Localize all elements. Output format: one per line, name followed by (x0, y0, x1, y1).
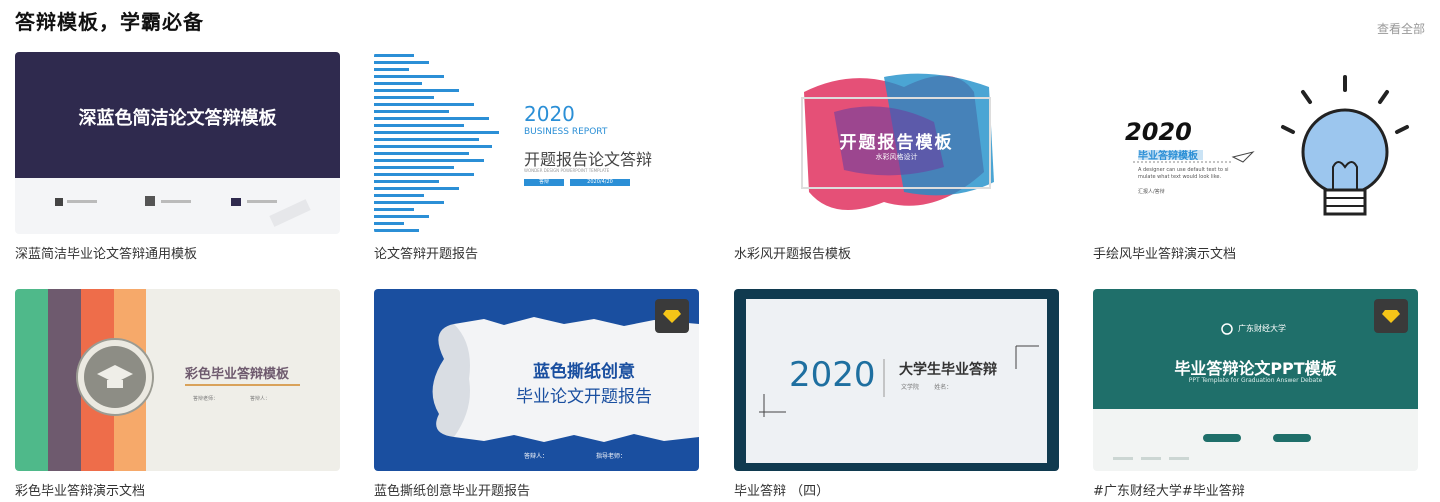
template-thumbnail[interactable]: 2020 BUSINESS REPORT 开题报告论文答辩 WONDER DES… (374, 52, 699, 234)
thumb-meta: 答辩人： (524, 453, 549, 460)
template-thumbnail[interactable]: 深蓝色简洁论文答辩模板 (15, 52, 340, 234)
thumb-title: 彩色毕业答辩模板 (185, 367, 290, 382)
thumb-year: 2020 (524, 102, 575, 126)
thumb-desc: A designer can use default text to si (1138, 167, 1229, 173)
template-thumbnail[interactable]: 2020 大学生毕业答辩 文学院 姓名： (734, 289, 1059, 471)
thumb-meta: 指导老师： (596, 453, 627, 460)
template-caption[interactable]: 毕业答辩 （四） (734, 480, 1059, 499)
template-thumbnail[interactable]: 蓝色撕纸创意 毕业论文开题报告 答辩人： 指导老师： (374, 289, 699, 471)
thumb-title: 开题报告论文答辩 (524, 150, 653, 169)
thumb-button: 答辩 (538, 179, 549, 185)
template-caption[interactable]: 蓝色撕纸创意毕业开题报告 (374, 480, 699, 499)
template-card[interactable]: 开题报告模板 水彩风格设计 水彩风开题报告模板 (734, 52, 1059, 262)
template-caption[interactable]: 手绘风毕业答辩演示文档 (1093, 243, 1418, 262)
thumb-button: 2020/4/20 (587, 179, 613, 185)
stripe-decoration (15, 289, 300, 471)
template-thumbnail[interactable]: 2020 毕业答辩模板 A designer can use default t… (1093, 52, 1418, 234)
template-caption[interactable]: 深蓝简洁毕业论文答辩通用模板 (15, 243, 340, 262)
thumb-meta: 答辩人： (250, 396, 271, 402)
thumb-title: 开题报告模板 (839, 133, 954, 153)
section-title: 答辩模板，学霸必备 (15, 10, 204, 34)
vip-badge (655, 299, 689, 333)
template-caption[interactable]: 彩色毕业答辩演示文档 (15, 480, 340, 499)
thumb-title: 毕业答辩模板 (1138, 151, 1198, 162)
template-caption[interactable]: 论文答辩开题报告 (374, 243, 699, 262)
template-card[interactable]: 彩色毕业答辩模板 答辩老师： 答辩人： 彩色毕业答辩演示文档 (15, 289, 340, 499)
thumb-subtitle: BUSINESS REPORT (524, 127, 608, 137)
thumb-subtitle: 水彩风格设计 (875, 153, 918, 161)
thumb-small-text: WONDER DESIGN POWERPOINT TEMPLATE (524, 168, 610, 173)
thumb-subtitle: PPT Template for Graduation Answer Debat… (1188, 377, 1323, 384)
thumb-meta: 答辩老师： (193, 396, 219, 402)
thumb-title: 毕业论文开题报告 (516, 387, 652, 407)
template-card[interactable]: 蓝色撕纸创意 毕业论文开题报告 答辩人： 指导老师： 蓝色撕纸创意毕业开题报告 (374, 289, 699, 499)
template-thumbnail[interactable]: 彩色毕业答辩模板 答辩老师： 答辩人： (15, 289, 340, 471)
thumb-year: 2020 (1125, 118, 1192, 146)
thumb-year: 2020 (789, 355, 876, 395)
template-card[interactable]: 2020 BUSINESS REPORT 开题报告论文答辩 WONDER DES… (374, 52, 699, 262)
frame-decoration (759, 345, 1039, 417)
template-caption[interactable]: #广东财经大学#毕业答辩 (1093, 480, 1418, 499)
view-all-link[interactable]: 查看全部 (1377, 20, 1425, 37)
template-thumbnail[interactable]: 开题报告模板 水彩风格设计 (734, 52, 1059, 234)
thumb-meta: 文学院 姓名： (901, 384, 953, 391)
template-thumbnail[interactable]: 广东财经大学 毕业答辩论文PPT模板 PPT Template for Grad… (1093, 289, 1418, 471)
template-card[interactable]: 2020 毕业答辩模板 A designer can use default t… (1093, 52, 1418, 262)
thumb-name: 汇报人/答辩 (1138, 189, 1165, 195)
thumb-desc: mulate what text would look like. (1138, 174, 1222, 180)
diamond-icon (663, 310, 681, 323)
thumb-title: 蓝色撕纸创意 (533, 362, 635, 382)
bar-decoration (374, 54, 630, 232)
template-card[interactable]: 深蓝色简洁论文答辩模板 深蓝简洁毕业论文答辩通用模板 (15, 52, 340, 262)
thumb-school: 广东财经大学 (1238, 324, 1286, 333)
thumb-title: 毕业答辩论文PPT模板 (1174, 359, 1337, 378)
thumb-title: 大学生毕业答辩 (899, 362, 997, 378)
vip-badge (1374, 299, 1408, 333)
template-card[interactable]: 2020 大学生毕业答辩 文学院 姓名： 毕业答辩 （四） (734, 289, 1059, 499)
diamond-icon (1382, 310, 1400, 323)
template-caption[interactable]: 水彩风开题报告模板 (734, 243, 1059, 262)
template-card[interactable]: 广东财经大学 毕业答辩论文PPT模板 PPT Template for Grad… (1093, 289, 1418, 499)
